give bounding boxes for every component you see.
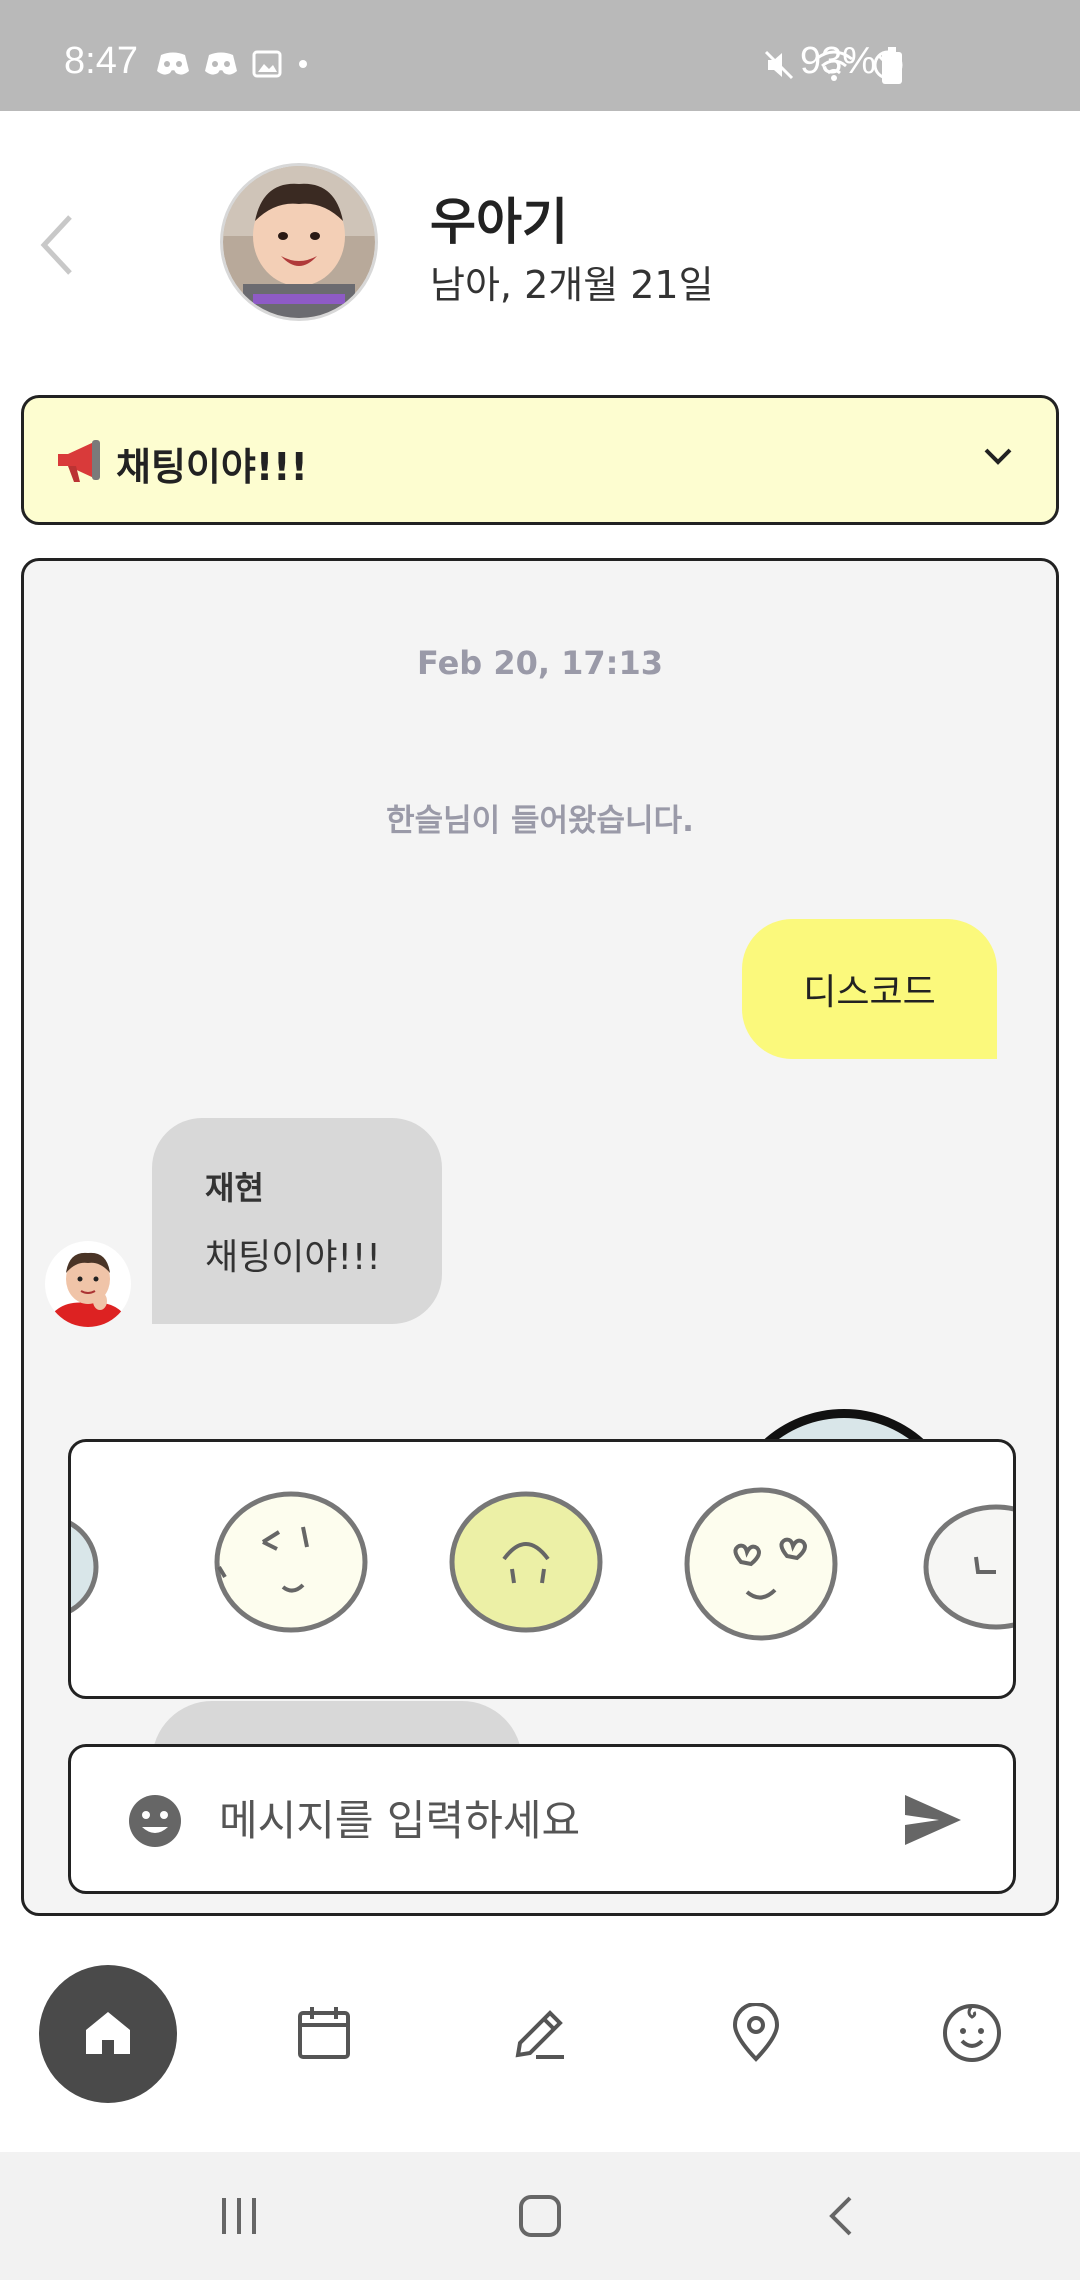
sticker-sleepy[interactable] [211, 1487, 371, 1641]
back-icon[interactable] [30, 205, 90, 285]
my-message-text: 디스코드 [803, 972, 936, 1013]
send-icon[interactable] [903, 1793, 963, 1851]
mute-icon [764, 50, 794, 80]
discord-icon [205, 52, 237, 75]
baby-face-icon [942, 2003, 1002, 2067]
location-pin-icon [731, 2002, 781, 2067]
nav-write[interactable] [470, 1965, 610, 2105]
my-message-bubble[interactable]: 디스코드 [742, 919, 997, 1059]
nav-home[interactable] [39, 1965, 177, 2103]
bottom-nav [0, 1940, 1080, 2150]
other-message-bubble[interactable]: 재현 채팅이야!!! [152, 1118, 442, 1324]
sticker-heart-eyes[interactable] [681, 1484, 841, 1648]
status-bar: 8:47 93% [0, 0, 1080, 111]
chat-date: Feb 20, 17:13 [417, 644, 663, 682]
dot-icon [299, 60, 307, 68]
baby-info: 남아, 2개월 21일 [430, 263, 714, 307]
message-input[interactable] [219, 1787, 839, 1853]
system-back-icon[interactable] [826, 2194, 856, 2242]
home-icon [82, 2006, 134, 2062]
sticker-partial-left[interactable] [71, 1512, 101, 1626]
system-message: 한슬님이 들어왔습니다. [386, 803, 694, 839]
battery-icon [882, 47, 902, 84]
calendar-icon [296, 2005, 352, 2065]
notification-icons [156, 50, 310, 78]
sticker-tray[interactable] [68, 1439, 1016, 1699]
emoji-icon[interactable] [127, 1793, 183, 1853]
nav-baby[interactable] [902, 1965, 1042, 2105]
system-nav-bar [0, 2152, 1080, 2280]
sticker-smile-yellow[interactable] [446, 1487, 606, 1641]
other-message-text: 채팅이야!!! [205, 1237, 381, 1278]
notice-text: 채팅이야!!! [116, 445, 308, 489]
message-input-box[interactable] [68, 1744, 1016, 1894]
chevron-down-icon[interactable] [980, 438, 1016, 478]
notice-banner[interactable]: 채팅이야!!! [21, 395, 1059, 525]
sender-name: 재현 [205, 1169, 264, 1207]
recent-apps-icon[interactable] [218, 2196, 260, 2240]
chat-panel[interactable]: Feb 20, 17:13 한슬님이 들어왔습니다. 디스코드 재현 채팅이야!… [21, 558, 1059, 1916]
megaphone-icon [54, 438, 106, 488]
baby-name: 우아기 [430, 193, 568, 251]
sticker-neutral-partial[interactable] [916, 1502, 1013, 1636]
home-button-icon[interactable] [518, 2194, 562, 2242]
sender-avatar[interactable] [45, 1241, 131, 1327]
baby-avatar[interactable] [220, 163, 378, 321]
status-time: 8:47 [64, 40, 138, 82]
nav-location[interactable] [686, 1965, 826, 2105]
nav-calendar[interactable] [254, 1965, 394, 2105]
image-icon [252, 50, 282, 78]
discord-icon [157, 52, 189, 75]
battery-percent: 93% [800, 40, 877, 82]
pencil-icon [512, 2005, 568, 2065]
